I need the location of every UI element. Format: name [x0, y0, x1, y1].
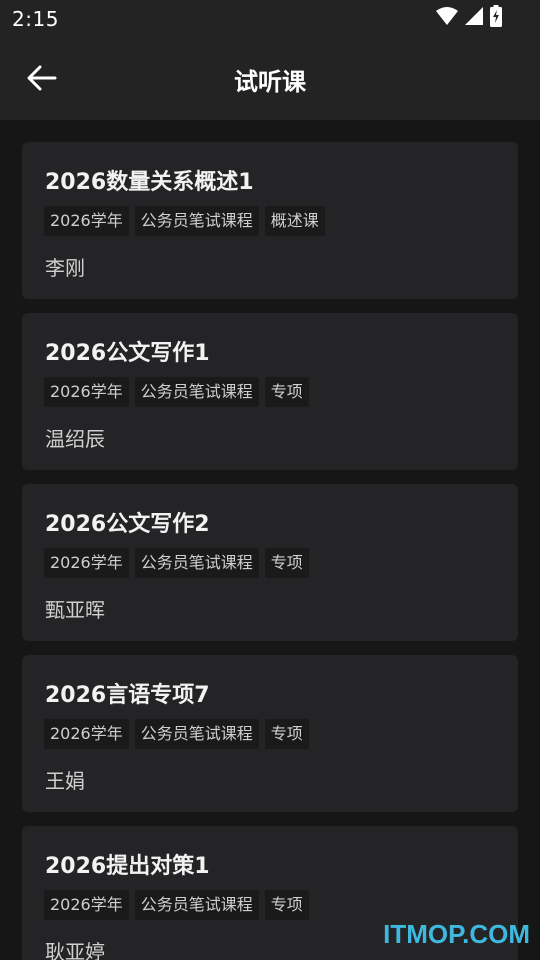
- wifi-icon: [436, 6, 458, 30]
- cell-signal-icon: [464, 6, 484, 30]
- course-tags: 2026学年 公务员笔试课程 专项: [44, 719, 309, 749]
- course-title: 2026公文写作1: [45, 341, 210, 366]
- tag-year: 2026学年: [44, 548, 129, 578]
- teacher-name: 甄亚晖: [45, 598, 105, 622]
- course-list[interactable]: 2026数量关系概述1 2026学年 公务员笔试课程 概述课 李刚 2026公文…: [0, 120, 540, 960]
- course-card[interactable]: 2026言语专项7 2026学年 公务员笔试课程 专项 王娟: [22, 655, 518, 812]
- tag-category: 公务员笔试课程: [134, 206, 259, 236]
- teacher-name: 温绍辰: [45, 427, 105, 451]
- status-icons: [436, 5, 502, 31]
- tag-year: 2026学年: [44, 719, 129, 749]
- tag-type: 概述课: [264, 206, 325, 236]
- tag-type: 专项: [264, 719, 309, 749]
- course-title: 2026言语专项7: [45, 683, 210, 708]
- course-title: 2026数量关系概述1: [45, 170, 254, 195]
- status-time: 2:15: [12, 7, 59, 31]
- tag-type: 专项: [264, 890, 309, 920]
- course-tags: 2026学年 公务员笔试课程 专项: [44, 377, 309, 407]
- tag-type: 专项: [264, 377, 309, 407]
- tag-category: 公务员笔试课程: [134, 719, 259, 749]
- app-bar: 试听课: [0, 38, 540, 120]
- course-title: 2026公文写作2: [45, 512, 210, 537]
- tag-category: 公务员笔试课程: [134, 377, 259, 407]
- course-card[interactable]: 2026数量关系概述1 2026学年 公务员笔试课程 概述课 李刚: [22, 142, 518, 299]
- teacher-name: 耿亚婷: [45, 940, 105, 960]
- teacher-name: 王娟: [45, 769, 85, 793]
- watermark-logo: ITMOP.COM: [383, 919, 530, 949]
- course-tags: 2026学年 公务员笔试课程 专项: [44, 548, 309, 578]
- course-tags: 2026学年 公务员笔试课程 专项: [44, 890, 309, 920]
- course-tags: 2026学年 公务员笔试课程 概述课: [44, 206, 325, 236]
- teacher-name: 李刚: [45, 256, 85, 280]
- tag-year: 2026学年: [44, 377, 129, 407]
- battery-charging-icon: [490, 5, 502, 31]
- tag-year: 2026学年: [44, 890, 129, 920]
- page-title: 试听课: [234, 68, 306, 96]
- tag-category: 公务员笔试课程: [134, 890, 259, 920]
- course-card[interactable]: 2026公文写作1 2026学年 公务员笔试课程 专项 温绍辰: [22, 313, 518, 470]
- course-title: 2026提出对策1: [45, 854, 210, 879]
- tag-year: 2026学年: [44, 206, 129, 236]
- status-bar: 2:15: [0, 0, 540, 38]
- tag-category: 公务员笔试课程: [134, 548, 259, 578]
- tag-type: 专项: [264, 548, 309, 578]
- course-card[interactable]: 2026公文写作2 2026学年 公务员笔试课程 专项 甄亚晖: [22, 484, 518, 641]
